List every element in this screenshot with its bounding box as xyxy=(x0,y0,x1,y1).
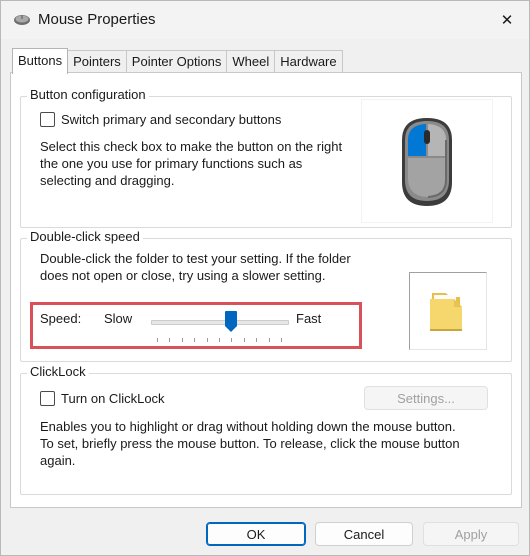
tab-buttons[interactable]: Buttons xyxy=(12,48,69,74)
clicklock-description: Enables you to highlight or drag without… xyxy=(40,418,460,469)
mouse-properties-window: Mouse Properties ✕ Buttons Pointers Poin… xyxy=(0,0,530,556)
button-config-description-line: the one you use for primary functions su… xyxy=(40,156,303,171)
switch-buttons-checkbox-box[interactable] xyxy=(40,112,55,127)
ok-label: OK xyxy=(246,526,266,542)
clicklock-checkbox-box[interactable] xyxy=(40,391,55,406)
clicklock-settings-button[interactable]: Settings... xyxy=(364,386,488,410)
buttons-tab-panel: Button configuration Switch primary and … xyxy=(10,72,522,508)
slow-label: Slow xyxy=(104,311,133,326)
title-bar[interactable]: Mouse Properties ✕ xyxy=(1,1,529,39)
folder-icon xyxy=(430,293,462,331)
button-config-description-line: selecting and dragging. xyxy=(40,173,175,188)
button-configuration-title: Button configuration xyxy=(27,87,149,102)
clicklock-title: ClickLock xyxy=(27,364,89,379)
tab-bar: Buttons Pointers Pointer Options Wheel H… xyxy=(12,48,343,74)
mouse-app-icon xyxy=(14,15,30,25)
button-config-description: Select this check box to make the button… xyxy=(40,138,342,189)
mouse-icon xyxy=(402,118,452,206)
apply-button[interactable]: Apply xyxy=(423,522,519,546)
double-click-description: Double-click the folder to test your set… xyxy=(40,250,351,284)
slider-tick xyxy=(281,338,282,342)
switch-buttons-checkbox[interactable]: Switch primary and secondary buttons xyxy=(40,112,281,127)
fast-label: Fast xyxy=(296,311,322,326)
slider-tick xyxy=(194,338,195,342)
double-click-description-line: does not open or close, try using a slow… xyxy=(40,268,326,283)
apply-label: Apply xyxy=(454,526,488,542)
test-folder-area[interactable] xyxy=(409,272,487,350)
slider-tick xyxy=(169,338,170,342)
slider-tick xyxy=(231,338,232,342)
clicklock-checkbox[interactable]: Turn on ClickLock xyxy=(40,391,165,406)
double-click-description-line: Double-click the folder to test your set… xyxy=(40,251,351,266)
slider-tick xyxy=(269,338,270,342)
close-button[interactable]: ✕ xyxy=(495,9,519,31)
tab-pointer-options[interactable]: Pointer Options xyxy=(125,50,228,73)
slider-tick xyxy=(207,338,208,342)
slider-tick xyxy=(219,338,220,342)
slider-tick xyxy=(182,338,183,342)
tab-wheel[interactable]: Wheel xyxy=(226,50,276,73)
cancel-button[interactable]: Cancel xyxy=(315,522,413,546)
clicklock-description-line: Enables you to highlight or drag without… xyxy=(40,419,456,434)
mouse-picture xyxy=(361,99,493,223)
clicklock-description-line: To set, briefly press the mouse button. … xyxy=(40,436,460,451)
tab-pointers[interactable]: Pointers xyxy=(67,50,127,73)
slider-tick xyxy=(244,338,245,342)
window-title: Mouse Properties xyxy=(38,11,156,28)
double-click-speed-title: Double-click speed xyxy=(27,229,143,244)
switch-buttons-label: Switch primary and secondary buttons xyxy=(61,112,282,127)
clicklock-checkbox-label: Turn on ClickLock xyxy=(61,391,165,406)
clicklock-settings-label: Settings... xyxy=(397,390,455,406)
speed-label: Speed: xyxy=(40,311,82,326)
close-icon: ✕ xyxy=(500,12,514,29)
cancel-label: Cancel xyxy=(343,526,385,542)
slider-tick xyxy=(256,338,257,342)
slider-tick xyxy=(157,338,158,342)
speed-slider-ticks xyxy=(157,338,287,342)
speed-slider-track[interactable] xyxy=(151,320,289,325)
button-config-description-line: Select this check box to make the button… xyxy=(40,139,343,154)
speed-slider-thumb[interactable] xyxy=(225,311,237,333)
tab-hardware[interactable]: Hardware xyxy=(274,50,343,73)
clicklock-description-line: again. xyxy=(40,453,76,468)
ok-button[interactable]: OK xyxy=(206,522,306,546)
